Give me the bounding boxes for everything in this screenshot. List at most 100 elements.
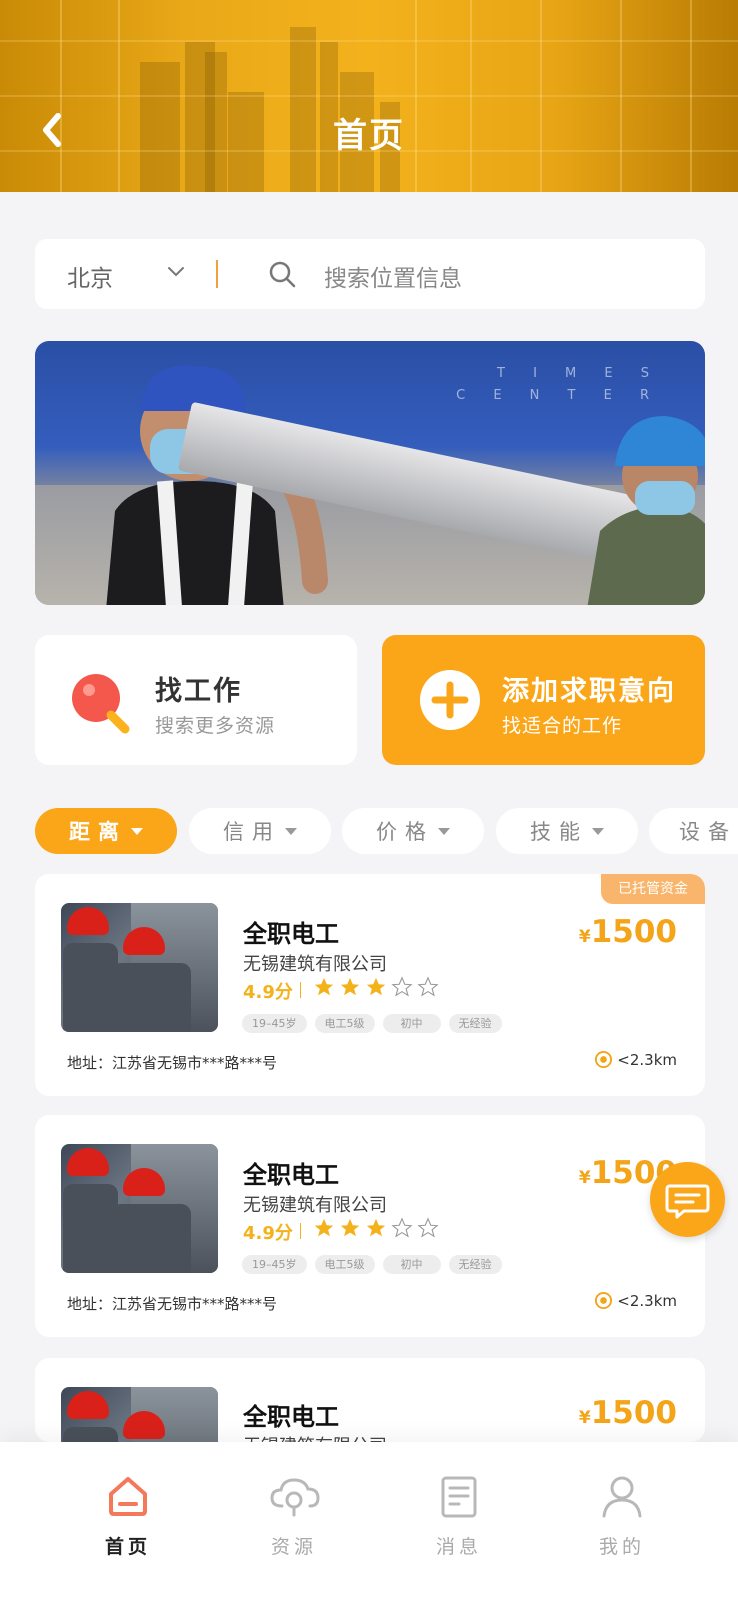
tag: 初中 (382, 1255, 441, 1274)
star-rating (313, 1217, 439, 1239)
company-name: 无锡建筑有限公司 (243, 954, 387, 975)
price-value: 1500 (590, 1395, 677, 1431)
star-empty-icon (391, 976, 413, 997)
job-distance: <2.3km (594, 1050, 677, 1069)
star-filled-icon (340, 1218, 360, 1237)
job-price: ¥1500 (579, 1395, 677, 1431)
city-selector[interactable]: 北京 (67, 259, 113, 293)
star-empty-icon (417, 1217, 439, 1238)
company-name: 无锡建筑有限公司 (243, 1195, 387, 1216)
star-filled-icon (314, 977, 334, 996)
bottom-tab-bar: 首页 资源 消息 我的 (0, 1442, 738, 1600)
header-banner: 首页 (0, 0, 738, 192)
search-bar: 北京 搜索位置信息 (35, 239, 705, 309)
tab-label: 首页 (104, 1536, 151, 1558)
tag: 19–45岁 (242, 1014, 307, 1033)
tag: 无经验 (448, 1255, 502, 1274)
tag-list: 19–45岁 电工5级 初中 无经验 (242, 1014, 502, 1033)
star-filled-icon (366, 977, 386, 996)
star-empty-icon (391, 1217, 413, 1238)
price-value: 1500 (590, 914, 677, 950)
chevron-down-icon[interactable] (167, 265, 185, 279)
job-distance: <2.3km (594, 1291, 677, 1310)
star-filled-icon (366, 1218, 386, 1237)
job-price: ¥1500 (579, 914, 677, 950)
star-rating (313, 976, 439, 998)
filter-skill[interactable]: 技能 (496, 808, 638, 854)
star-empty-icon (417, 976, 439, 997)
find-job-card[interactable]: 找工作 搜索更多资源 (35, 635, 357, 765)
job-image (61, 1144, 218, 1273)
add-intention-subtitle: 找适合的工作 (502, 715, 623, 737)
filter-label: 设备 (679, 820, 737, 844)
filter-equipment[interactable]: 设备 (649, 808, 738, 854)
distance-value: <2.3km (617, 1050, 677, 1069)
tag-list: 19–45岁 电工5级 初中 无经验 (242, 1255, 502, 1274)
currency-symbol: ¥ (578, 1408, 591, 1428)
tag: 电工5级 (314, 1255, 375, 1274)
tab-resources[interactable]: 资源 (234, 1442, 354, 1572)
job-card[interactable]: 全职电工 无锡建筑有限公司 ¥1500 (35, 1358, 705, 1442)
search-icon (269, 261, 296, 288)
promo-banner[interactable]: T I M E S C E N T E R (35, 341, 705, 605)
caret-down-icon (131, 827, 143, 835)
message-doc-icon (441, 1476, 477, 1518)
job-card[interactable]: 全职电工 无锡建筑有限公司 4.9分 19–45岁 电工5级 初中 无经验 已托… (35, 874, 705, 1096)
filter-label: 信用 (223, 820, 281, 844)
star-filled-icon (340, 977, 360, 996)
job-title: 全职电工 (243, 920, 339, 948)
filter-label: 价格 (376, 820, 434, 844)
filter-credit[interactable]: 信用 (189, 808, 331, 854)
escrow-badge: 已托管资金 (601, 874, 705, 904)
page-title: 首页 (333, 116, 405, 156)
banner-text: T I M E S (497, 366, 661, 381)
tab-label: 消息 (435, 1536, 482, 1558)
worker-illustration (587, 416, 705, 605)
caret-down-icon (285, 827, 297, 835)
currency-symbol: ¥ (578, 927, 591, 947)
find-job-subtitle: 搜索更多资源 (155, 715, 276, 737)
job-image (61, 1387, 218, 1442)
chat-button[interactable] (650, 1162, 725, 1237)
tab-home[interactable]: 首页 (68, 1442, 188, 1572)
plus-icon (420, 670, 480, 730)
location-target-icon (595, 1050, 613, 1069)
user-icon (602, 1476, 642, 1518)
add-intention-title: 添加求职意向 (502, 676, 676, 707)
chat-bubble-icon (665, 1184, 710, 1219)
cloud-search-icon (270, 1478, 320, 1517)
company-name: 无锡建筑有限公司 (243, 1432, 387, 1442)
find-job-title: 找工作 (155, 676, 242, 707)
job-address: 地址：江苏省无锡市***路***号 (67, 1054, 278, 1072)
search-input[interactable]: 搜索位置信息 (324, 259, 462, 293)
tag: 19–45岁 (242, 1255, 307, 1274)
caret-down-icon (438, 827, 450, 835)
filter-distance[interactable]: 距离 (35, 808, 177, 854)
tag: 初中 (382, 1014, 441, 1033)
divider (216, 260, 218, 288)
job-image (61, 903, 218, 1032)
add-intention-card[interactable]: 添加求职意向 找适合的工作 (382, 635, 705, 765)
job-title: 全职电工 (243, 1403, 339, 1431)
banner-text: C E N T E R (456, 388, 661, 403)
currency-symbol: ¥ (578, 1168, 591, 1188)
rating-score: 4.9分 (243, 982, 293, 1003)
tab-label: 资源 (270, 1536, 317, 1558)
filter-price[interactable]: 价格 (342, 808, 484, 854)
tab-messages[interactable]: 消息 (399, 1442, 519, 1572)
tag: 电工5级 (314, 1014, 375, 1033)
tab-label: 我的 (598, 1536, 645, 1558)
tag: 无经验 (448, 1014, 502, 1033)
caret-down-icon (592, 827, 604, 835)
location-target-icon (595, 1291, 613, 1310)
job-address: 地址：江苏省无锡市***路***号 (67, 1295, 278, 1313)
distance-value: <2.3km (617, 1291, 677, 1310)
rating-score: 4.9分 (243, 1223, 293, 1244)
tab-profile[interactable]: 我的 (562, 1442, 682, 1572)
star-filled-icon (314, 1218, 334, 1237)
filter-label: 技能 (530, 820, 588, 844)
magnifier-icon (72, 674, 130, 734)
home-icon (109, 1477, 147, 1516)
job-card[interactable]: 全职电工 无锡建筑有限公司 4.9分 19–45岁 电工5级 初中 无经验 ¥1… (35, 1115, 705, 1337)
filter-label: 距离 (69, 820, 127, 844)
